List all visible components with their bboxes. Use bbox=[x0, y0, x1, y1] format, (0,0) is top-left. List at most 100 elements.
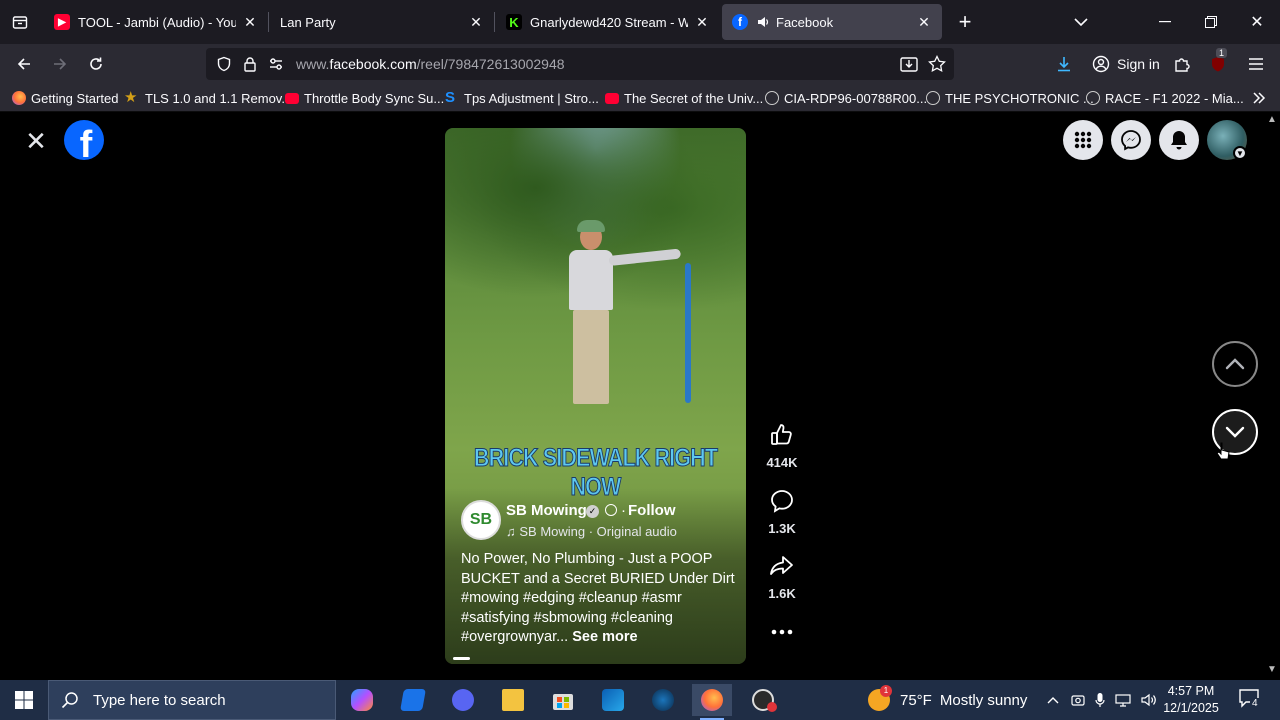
volume-icon[interactable] bbox=[1141, 693, 1157, 707]
close-reel-button[interactable]: ✕ bbox=[24, 128, 48, 154]
discord-app[interactable] bbox=[443, 684, 483, 716]
tab-separator bbox=[268, 12, 269, 32]
bookmark-label: The Secret of the Univ... bbox=[624, 90, 764, 106]
url-text[interactable]: www.facebook.com/reel/798472613002948 bbox=[296, 56, 565, 72]
tab-lan-party[interactable]: Lan Party ✕ bbox=[270, 4, 494, 40]
tab-list-icon[interactable] bbox=[8, 10, 32, 34]
channel-name[interactable]: SB Mowing bbox=[506, 502, 587, 519]
bookmark-getting-started[interactable]: Getting Started bbox=[12, 89, 118, 107]
tab-facebook[interactable]: f Facebook ✕ bbox=[722, 4, 942, 40]
double-chevron-right-icon bbox=[1253, 92, 1266, 104]
discord-icon bbox=[452, 689, 474, 711]
facebook-logo[interactable]: f bbox=[64, 120, 104, 160]
close-window-button[interactable]: ✕ bbox=[1242, 8, 1272, 36]
start-button[interactable] bbox=[0, 680, 48, 720]
bookmark-throttle-body[interactable]: Throttle Body Sync Su... bbox=[285, 89, 444, 107]
bookmark-psychotronic[interactable]: THE PSYCHOTRONIC ... bbox=[926, 89, 1094, 107]
chevron-up-icon[interactable] bbox=[1046, 695, 1060, 705]
install-app-icon[interactable] bbox=[900, 56, 918, 72]
messenger-icon bbox=[1121, 130, 1141, 151]
permissions-icon[interactable] bbox=[268, 56, 284, 72]
obs-app[interactable] bbox=[743, 684, 783, 716]
chevron-down-icon[interactable]: ▼ bbox=[1233, 146, 1247, 160]
download-icon bbox=[1058, 57, 1070, 72]
outlook-app[interactable] bbox=[593, 684, 633, 716]
close-icon[interactable]: ✕ bbox=[916, 14, 932, 30]
video-progress-bar[interactable] bbox=[453, 657, 470, 660]
audio-link[interactable]: ♫ SB Mowing · Original audio bbox=[506, 524, 677, 539]
messenger-button[interactable] bbox=[1111, 120, 1151, 160]
tab-separator bbox=[494, 12, 495, 32]
sign-in-label: Sign in bbox=[1117, 56, 1160, 72]
file-explorer-app[interactable] bbox=[493, 684, 533, 716]
steam-app[interactable] bbox=[643, 684, 683, 716]
url-domain: facebook.com bbox=[329, 56, 417, 72]
forward-button[interactable] bbox=[48, 52, 72, 76]
scroll-up-arrow[interactable]: ▲ bbox=[1267, 114, 1277, 125]
sun-icon: 1 bbox=[868, 685, 892, 711]
reel-video[interactable]: BRICK SIDEWALK RIGHT NOW SB SB Mowing ✓ … bbox=[445, 128, 746, 664]
previous-reel-button[interactable] bbox=[1212, 341, 1258, 387]
reload-button[interactable] bbox=[84, 52, 108, 76]
clock[interactable]: 4:57 PM 12/1/2025 bbox=[1156, 683, 1226, 717]
list-all-tabs-button[interactable] bbox=[1066, 8, 1096, 36]
microsoft-store-app[interactable] bbox=[543, 684, 583, 716]
network-icon[interactable] bbox=[1115, 693, 1131, 707]
shield-icon[interactable] bbox=[216, 56, 232, 72]
ublock-extension-button[interactable]: 1 bbox=[1206, 48, 1230, 76]
menu-button[interactable] bbox=[1063, 120, 1103, 160]
bookmark-label: Throttle Body Sync Su... bbox=[304, 90, 445, 106]
tab-kick-stream[interactable]: K Gnarlydewd420 Stream - Watch ✕ bbox=[496, 4, 720, 40]
bookmark-race-f1[interactable]: RACE - F1 2022 - Mia... bbox=[1086, 89, 1244, 107]
remote-desktop-icon bbox=[400, 689, 426, 711]
search-icon bbox=[61, 692, 78, 709]
weather-widget[interactable]: 1 75°F Mostly sunny bbox=[868, 680, 1027, 720]
tab-youtube[interactable]: ▶ TOOL - Jambi (Audio) - YouTube ✕ bbox=[44, 4, 268, 40]
clock-time: 4:57 PM bbox=[1167, 684, 1215, 698]
see-more-link[interactable]: See more bbox=[572, 629, 637, 645]
more-bookmarks-button[interactable] bbox=[1252, 89, 1266, 107]
speaker-icon[interactable] bbox=[756, 15, 770, 29]
like-button[interactable]: 414K bbox=[762, 422, 802, 470]
notifications-button[interactable] bbox=[1159, 120, 1199, 160]
notification-center-button[interactable]: 4 bbox=[1238, 688, 1262, 712]
firefox-app[interactable] bbox=[692, 684, 732, 720]
taskbar-search-box[interactable]: Type here to search bbox=[48, 680, 336, 720]
channel-avatar[interactable]: SB bbox=[461, 500, 501, 540]
minimize-button[interactable] bbox=[1150, 8, 1180, 36]
microphone-icon[interactable] bbox=[1095, 692, 1105, 708]
scroll-down-arrow[interactable]: ▼ bbox=[1267, 664, 1277, 675]
bookmark-tls[interactable]: ★ TLS 1.0 and 1.1 Remov... bbox=[124, 89, 292, 107]
url-prefix: www. bbox=[296, 56, 330, 72]
downloads-button[interactable] bbox=[1052, 52, 1076, 76]
bookmark-label: THE PSYCHOTRONIC ... bbox=[945, 90, 1094, 106]
restore-button[interactable] bbox=[1196, 8, 1226, 36]
comment-button[interactable]: 1.3K bbox=[762, 488, 802, 536]
bookmark-label: CIA-RDP96-00788R00... bbox=[784, 90, 928, 106]
bookmark-tps-adjustment[interactable]: S Tps Adjustment | Stro... bbox=[445, 89, 599, 107]
page-scrollbar[interactable]: ▲ ▼ bbox=[1264, 112, 1280, 680]
url-bar[interactable]: www.facebook.com/reel/798472613002948 bbox=[206, 48, 954, 80]
app-menu-button[interactable] bbox=[1244, 52, 1268, 76]
camera-icon[interactable] bbox=[1071, 693, 1085, 707]
back-button[interactable] bbox=[12, 52, 36, 76]
close-icon[interactable]: ✕ bbox=[468, 14, 484, 30]
chevron-down-icon bbox=[1225, 426, 1245, 438]
store-icon bbox=[553, 694, 573, 710]
sign-in-button[interactable]: Sign in bbox=[1086, 50, 1160, 78]
mouse-pointer-icon bbox=[1216, 442, 1230, 460]
follow-button[interactable]: Follow bbox=[628, 502, 676, 519]
bookmark-cia-rdp[interactable]: CIA-RDP96-00788R00... bbox=[765, 89, 927, 107]
lock-icon[interactable] bbox=[242, 56, 258, 72]
remote-desktop-app[interactable] bbox=[393, 684, 433, 716]
close-icon[interactable]: ✕ bbox=[242, 14, 258, 30]
close-icon[interactable]: ✕ bbox=[694, 14, 710, 30]
bookmark-star-icon[interactable] bbox=[928, 55, 946, 73]
puzzle-icon bbox=[1175, 58, 1190, 72]
share-button[interactable]: 1.6K bbox=[762, 553, 802, 601]
more-options-button[interactable] bbox=[762, 622, 802, 640]
bookmark-secret-universe[interactable]: The Secret of the Univ... bbox=[605, 89, 763, 107]
new-tab-button[interactable]: + bbox=[950, 8, 980, 36]
copilot-app[interactable] bbox=[342, 684, 382, 716]
extensions-button[interactable] bbox=[1170, 52, 1194, 76]
